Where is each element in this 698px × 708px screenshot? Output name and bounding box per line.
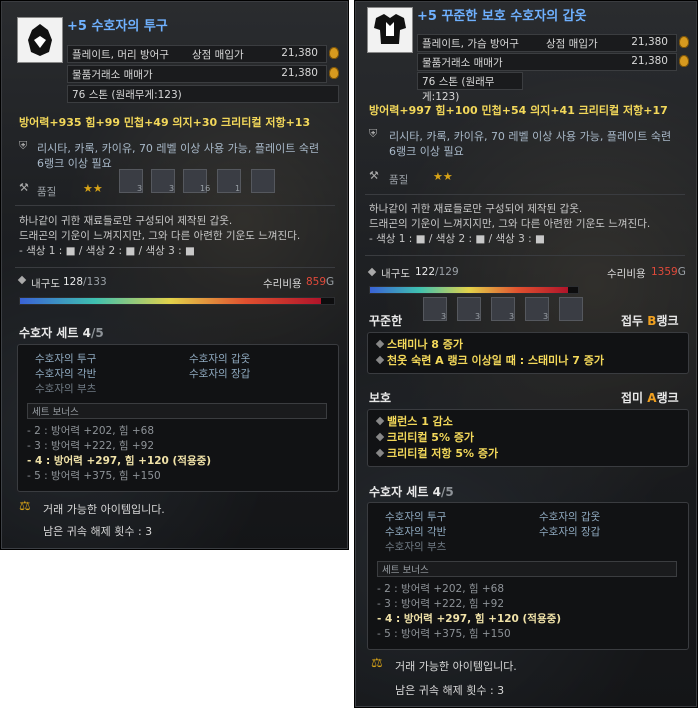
item-title: +5 수호자의 투구	[67, 19, 168, 34]
prefix-effect: 천옷 숙련 A 랭크 이상일 때 : 스태미나 7 증가	[387, 354, 604, 367]
suffix-effect: 크리티컬 5% 증가	[387, 431, 475, 444]
scale-icon: ⚖	[371, 656, 383, 671]
set-title: 수호자 세트 4/5	[369, 485, 454, 499]
repair-value: 1359G	[651, 266, 686, 278]
durability-label: 내구도	[381, 268, 410, 280]
quality-label: 품질	[389, 174, 409, 186]
set-bonus-active: - 4 : 방어력 +297, 힘 +120 (적용중)	[377, 613, 562, 625]
set-bonus-active: - 4 : 방어력 +297, 힘 +120 (적용중)	[27, 455, 212, 467]
durability-icon	[367, 267, 377, 277]
durability-bar	[19, 297, 335, 305]
coin-icon	[679, 36, 689, 48]
crystal-slot[interactable]	[251, 169, 275, 193]
set-bonus: - 3 : 방어력 +222, 힘 +92	[377, 598, 505, 610]
suffix-title: 보호	[369, 391, 392, 405]
set-bonus: - 2 : 방어력 +202, 힘 +68	[27, 425, 155, 437]
bonus-header: 세트 보너스	[27, 403, 327, 419]
set-item: 수호자의 투구	[35, 353, 97, 365]
quality-stars: ★★	[433, 170, 453, 183]
coin-icon	[329, 67, 339, 79]
armor-tooltip: +5 꾸준한 보호 수호자의 갑옷 플레이트, 가슴 방어구 상점 매입가 21…	[354, 0, 698, 708]
set-item: 수호자의 장갑	[189, 368, 251, 380]
stat-line: 방어력+997 힘+100 민첩+54 의지+41 크리티컬 저항+17	[369, 104, 668, 117]
item-description: 하나같이 귀한 재료들로만 구성되어 제작된 갑옷.	[369, 203, 583, 215]
item-title: +5 꾸준한 보호 수호자의 갑옷	[417, 9, 587, 24]
market-row: 물품거래소 매매가 21,380	[67, 65, 327, 83]
helmet-tooltip: +5 수호자의 투구 플레이트, 머리 방어구 상점 매입가 21,380 물품…	[0, 0, 349, 550]
item-description-2: 드래곤의 기운이 느껴지지만, 그와 다른 아련한 기운도 느껴진다.	[19, 230, 301, 242]
coin-icon	[329, 47, 339, 59]
durability-label: 내구도	[31, 278, 60, 290]
trade-text: 거래 가능한 아이템입니다.	[43, 503, 165, 516]
helmet-icon	[17, 17, 63, 63]
color-line: - 색상 1 : ■ / 색상 2 : ■ / 색상 3 : ■	[369, 233, 545, 245]
suffix-grade: 접미 A랭크	[621, 391, 679, 405]
quality-icon: ⚒	[369, 169, 379, 182]
prefix-title: 꾸준한	[369, 314, 403, 328]
suffix-effect: 크리티컬 저항 5% 증가	[387, 447, 499, 460]
durability-bar	[369, 286, 579, 294]
prefix-effect: 스태미나 8 증가	[387, 338, 464, 351]
set-bonus: - 5 : 방어력 +375, 힘 +150	[377, 628, 511, 640]
remain-text: 남은 귀속 해제 횟수 : 3	[395, 684, 505, 697]
requirement-text: 리시타, 카록, 카이유, 70 레벨 이상 사용 가능, 플레이트 숙련	[389, 130, 672, 143]
requirement-text-2: 6랭크 이상 필요	[389, 145, 464, 158]
crystal-slot[interactable]	[559, 297, 583, 321]
weight-row: 76 스톤 (원래무게:123)	[67, 85, 339, 103]
set-item: 수호자의 갑옷	[539, 511, 601, 523]
set-bonus: - 2 : 방어력 +202, 힘 +68	[377, 583, 505, 595]
durability-value: 122/129	[415, 266, 459, 278]
prefix-grade: 접두 B랭크	[621, 314, 679, 328]
class-icon: ⛨	[369, 127, 378, 140]
quality-label: 품질	[37, 186, 57, 198]
repair-value: 859G	[306, 276, 335, 288]
set-item: 수호자의 각반	[35, 368, 97, 380]
durability-icon	[17, 275, 27, 285]
set-item: 수호자의 부츠	[35, 383, 97, 395]
suffix-effect: 밸런스 1 감소	[387, 415, 453, 428]
item-description: 하나같이 귀한 재료들로만 구성되어 제작된 갑옷.	[19, 215, 233, 227]
market-row: 물품거래소 매매가 21,380	[417, 53, 677, 71]
repair-label: 수리비용	[263, 278, 302, 290]
requirement-text-2: 6랭크 이상 필요	[37, 157, 112, 170]
durability-value: 128/133	[63, 276, 107, 288]
scale-icon: ⚖	[19, 499, 31, 514]
stat-line: 방어력+935 힘+99 민첩+49 의지+30 크리티컬 저항+13	[19, 116, 311, 129]
armor-icon	[367, 7, 413, 53]
set-title: 수호자 세트 4/5	[19, 326, 104, 340]
set-item: 수호자의 부츠	[385, 541, 447, 553]
set-item: 수호자의 갑옷	[189, 353, 251, 365]
requirement-text: 리시타, 카록, 카이유, 70 레벨 이상 사용 가능, 플레이트 숙련	[37, 142, 320, 155]
item-description-2: 드래곤의 기운이 느껴지지만, 그와 다른 아련한 기운도 느껴진다.	[369, 218, 651, 230]
bonus-header: 세트 보너스	[377, 561, 677, 577]
quality-stars: ★★	[83, 182, 103, 195]
type-row: 플레이트, 가슴 방어구 상점 매입가 21,380	[417, 34, 677, 52]
quality-icon: ⚒	[19, 181, 29, 194]
weight-row: 76 스톤 (원래무게:123)	[417, 72, 523, 103]
type-row: 플레이트, 머리 방어구 상점 매입가 21,380	[67, 45, 327, 63]
remain-text: 남은 귀속 해제 횟수 : 3	[43, 525, 153, 538]
class-icon: ⛨	[19, 139, 28, 152]
coin-icon	[679, 55, 689, 67]
repair-label: 수리비용	[607, 268, 646, 280]
set-item: 수호자의 각반	[385, 526, 447, 538]
set-bonus: - 3 : 방어력 +222, 힘 +92	[27, 440, 155, 452]
trade-text: 거래 가능한 아이템입니다.	[395, 660, 517, 673]
set-item: 수호자의 투구	[385, 511, 447, 523]
set-bonus: - 5 : 방어력 +375, 힘 +150	[27, 470, 161, 482]
set-item: 수호자의 장갑	[539, 526, 601, 538]
color-line: - 색상 1 : ■ / 색상 2 : ■ / 색상 3 : ■	[19, 245, 195, 257]
